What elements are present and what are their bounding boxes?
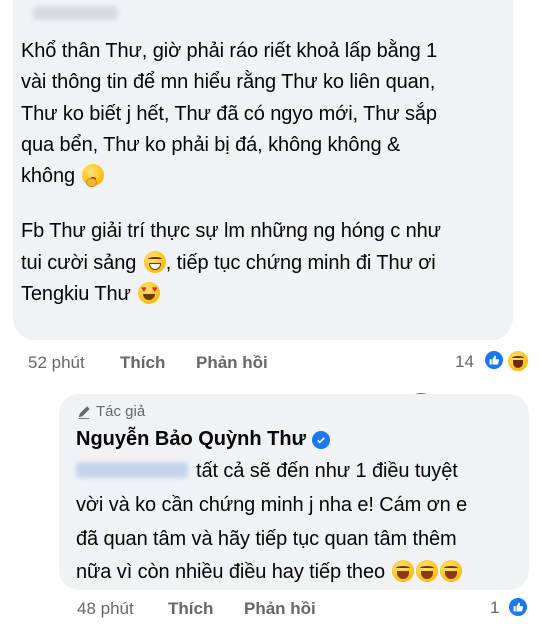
grin-emoji [143,250,166,273]
like-reaction-icon[interactable] [507,596,529,618]
hush-emoji [82,164,105,188]
comment-text: Khổ thân Thư, giờ phải ráo riết khoả lấp… [21,36,491,310]
heart-eyes-emoji [138,282,161,305]
like-reaction-icon[interactable] [483,349,505,371]
comment-line: không [21,165,75,188]
comment-line-with-emoji: Tengkiu Thư [21,279,491,310]
comment-line: Khổ thân Thư, giờ phải ráo riết khoả lấp… [21,40,438,62]
comment-line-with-emoji: không [21,161,491,192]
author-tag-label: Tác giả [96,403,146,420]
reply-author-name[interactable]: Nguyễn Bảo Quỳnh Thư [76,428,331,451]
comment-line: vài thông tin để mn hiểu rằng Thư ko liê… [21,71,436,94]
reply-actions: 48 phút Thích Phản hồi [77,598,316,620]
comment-line-with-emoji: tui cười sảng , tiếp tục chứng minh đi T… [21,248,491,279]
reaction-count[interactable]: 1 [490,598,499,618]
author-name-text[interactable]: Nguyễn Bảo Quỳnh Thư [76,428,306,451]
squint-laugh-emoji [416,560,439,583]
reply-text: tất cả sẽ đến như 1 điều tuyệt vời và ko… [76,455,516,590]
verified-badge-icon [312,430,331,449]
comment-line: qua bển, Thư ko phải bị đá, không không … [21,133,401,156]
comment-line: tui cười sảng [21,251,137,274]
like-button[interactable]: Thích [168,599,244,619]
reply-time[interactable]: 48 phút [77,599,168,619]
comment-time[interactable]: 52 phút [28,353,120,373]
reply-line: vời và ko cần chứng minh j nha e! Cám ơn… [76,493,468,516]
blurred-commenter-name[interactable] [33,6,118,20]
comment-line: Thư ko biết j hết, Thư đã có ngyo mới, T… [21,102,437,125]
pencil-icon [78,405,90,419]
mention-tag[interactable] [76,462,188,478]
comment-line: Fb Thư giải trí thực sự lm những ng hóng… [21,220,441,243]
reaction-count[interactable]: 14 [455,352,474,372]
reply-line: tất cả sẽ đến như 1 điều tuyệt [76,455,516,489]
like-button[interactable]: Thích [120,353,196,373]
author-tag: Tác giả [77,403,145,420]
haha-reaction-icon[interactable] [506,349,530,373]
comment-line: , tiếp tục chứng minh đi Thư ơi [165,251,436,274]
comment-line: Tengkiu Thư [21,283,131,306]
reply-line: đã quan tâm và hãy tiếp tục quan tâm thê… [76,527,457,550]
reply-line: nữa vì còn nhiều điều hay tiếp theo [76,556,516,590]
reply-line-text: nữa vì còn nhiều điều hay tiếp theo [76,561,386,584]
squint-laugh-emoji [392,560,415,583]
reply-button[interactable]: Phản hồi [244,599,316,619]
reply-line-text: tất cả sẽ đến như 1 điều tuyệt [196,460,458,482]
squint-laugh-emoji [440,560,463,583]
reply-button[interactable]: Phản hồi [196,353,268,373]
